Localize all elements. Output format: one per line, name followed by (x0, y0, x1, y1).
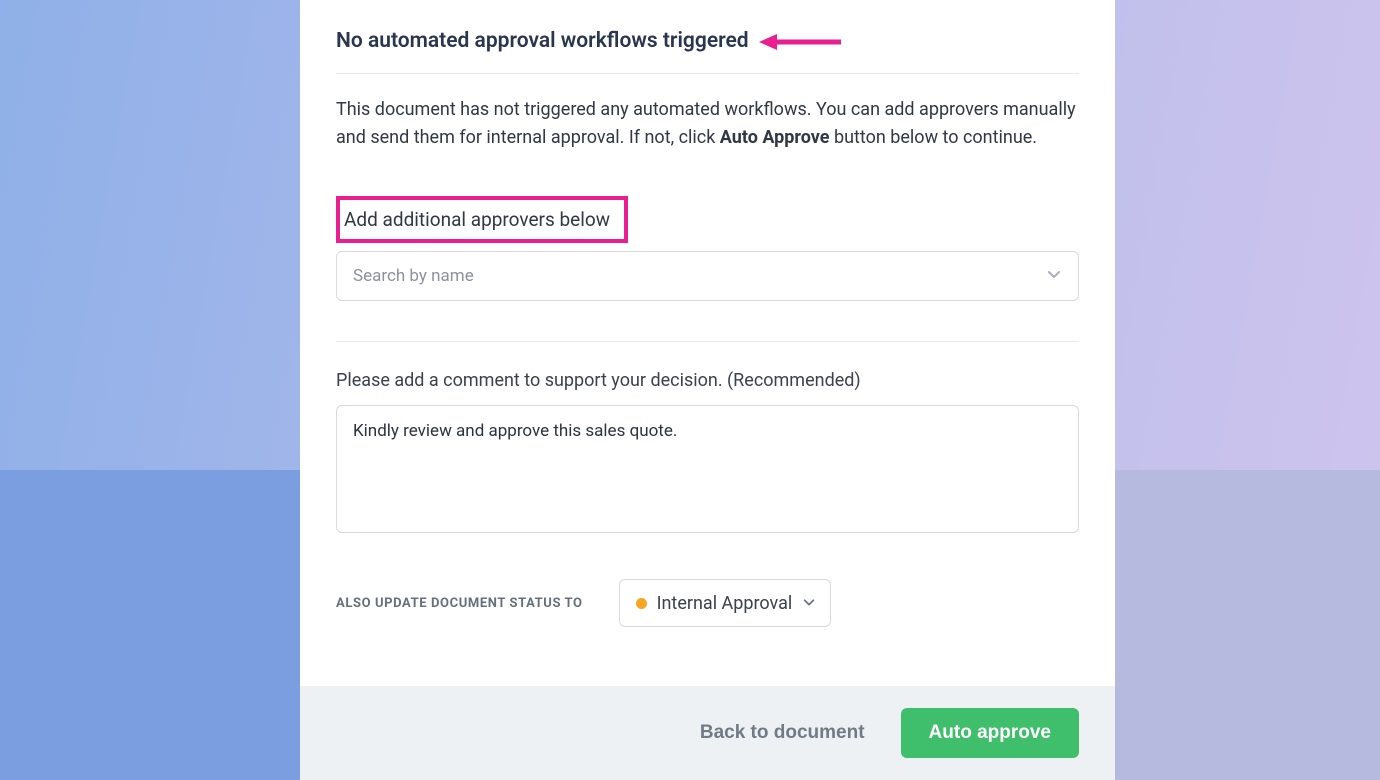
status-select[interactable]: Internal Approval (619, 579, 832, 627)
status-dot-icon (636, 598, 647, 609)
back-to-document-button[interactable]: Back to document (700, 722, 865, 744)
divider (336, 73, 1079, 74)
approver-search-select[interactable]: Search by name (336, 251, 1079, 301)
panel-description: This document has not triggered any auto… (336, 96, 1079, 152)
annotation-arrow-left-icon (759, 31, 843, 53)
status-update-label: ALSO UPDATE DOCUMENT STATUS TO (336, 596, 583, 611)
panel-footer: Back to document Auto approve (300, 686, 1115, 780)
add-approvers-label: Add additional approvers below (344, 208, 610, 231)
comment-textarea[interactable] (336, 405, 1079, 533)
chevron-down-icon (802, 594, 816, 613)
panel-heading: No automated approval workflows triggere… (336, 28, 749, 55)
annotation-highlight-box: Add additional approvers below (336, 196, 628, 243)
desc-post: button below to continue. (830, 127, 1038, 148)
status-selected-text: Internal Approval (657, 593, 793, 614)
divider (336, 341, 1079, 342)
comment-label: Please add a comment to support your dec… (336, 370, 1079, 391)
desc-bold: Auto Approve (720, 127, 830, 148)
chevron-down-icon (1046, 266, 1062, 286)
page-background: No automated approval workflows triggere… (0, 0, 1380, 780)
auto-approve-button[interactable]: Auto approve (901, 708, 1079, 758)
approver-search-placeholder: Search by name (353, 266, 474, 286)
approval-panel: No automated approval workflows triggere… (300, 0, 1115, 780)
